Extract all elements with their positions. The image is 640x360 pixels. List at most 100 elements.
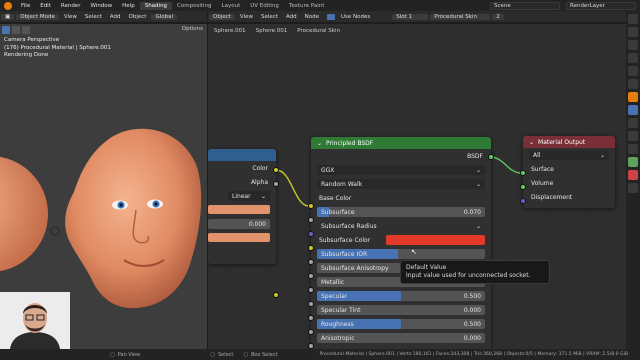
data-tab-icon[interactable] [628,157,638,167]
tab-texture-paint[interactable]: Texture Paint [284,2,330,10]
menu-view[interactable]: View [60,14,81,20]
principled-bsdf-node[interactable]: ⌄ Principled BSDF BSDF GGX ⌄ Random Walk ⌄ … [311,137,491,349]
color-ramp-node[interactable]: Color Alpha Linear ⌄ 0.000 [208,149,279,298]
physics-tab-icon[interactable] [628,131,638,141]
object-tab-icon[interactable] [628,92,638,102]
material-selector[interactable]: Procedural Skin [430,13,491,20]
node-header[interactable]: ⌄ Principled BSDF [311,137,491,149]
node-header[interactable] [208,149,276,161]
use-nodes-checkbox[interactable]: Use Nodes [323,13,378,20]
specular-socket[interactable] [308,301,314,307]
node-editor[interactable]: Sphere.001 Sphere.001 Procedural Skin Co… [208,24,626,349]
collapse-icon[interactable]: ⌄ [529,139,534,146]
scene-selector[interactable]: Scene [490,1,560,10]
interpolation-dropdown[interactable]: Linear ⌄ [228,191,270,201]
chevron-down-icon: ⌄ [475,180,481,188]
object-mode-dropdown[interactable]: Object Mode [16,13,59,20]
specular-tint-field[interactable]: Specular Tint 0.000 [311,303,491,317]
render-layer-selector[interactable]: RenderLayer [566,1,636,10]
color-output-socket[interactable] [273,292,279,298]
world-tab-icon[interactable] [628,79,638,89]
target-dropdown[interactable]: All ⌄ [529,150,609,160]
blender-logo-icon[interactable] [4,1,12,10]
subsurface-method-dropdown[interactable]: Random Walk ⌄ [317,179,485,189]
subsurface-socket[interactable] [308,217,314,223]
surface-socket[interactable] [520,170,526,176]
output-tab-icon[interactable] [628,40,638,50]
view-layer-tab-icon[interactable] [628,53,638,63]
position-field[interactable]: 0.000 [208,217,276,231]
specular-field[interactable]: Specular 0.500 [311,289,491,303]
chevron-down-icon: ⌄ [260,192,266,200]
menu-edit[interactable]: Edit [35,3,56,9]
subsurface-color-socket[interactable] [308,245,314,251]
menu-select[interactable]: Select [257,14,282,20]
breadcrumb-item[interactable]: Sphere.001 [256,28,288,34]
interpolation-row: Linear ⌄ [208,189,276,203]
menu-object[interactable]: Object [125,14,151,20]
breadcrumb-item[interactable]: Procedural Skin [297,28,340,34]
subsurface-radius-socket[interactable] [308,231,314,237]
menu-add[interactable]: Add [282,14,301,20]
roughness-field[interactable]: Roughness 0.500 [311,317,491,331]
material-tab-icon[interactable] [628,170,638,180]
3d-viewport[interactable]: Options Camera Perspective (176) Procedu… [0,24,207,349]
subsurface-ior-socket[interactable] [308,259,314,265]
status-hint-pan: Pan View [117,351,141,358]
texture-tab-icon[interactable] [628,183,638,193]
mouse-icon: ▢ [243,351,249,358]
menu-window[interactable]: Window [85,3,117,9]
chevron-down-icon: ⌄ [599,151,605,159]
menu-select[interactable]: Select [81,14,106,20]
subsurface-color-swatch[interactable] [386,235,485,245]
sphere-object [0,156,48,272]
metallic-socket[interactable] [308,287,314,293]
material-output-node[interactable]: ⌄ Material Output All ⌄ Surface Volume Dis… [523,136,615,208]
breadcrumb-item[interactable]: Sphere.001 [214,28,246,34]
color-output-socket[interactable] [273,167,279,173]
tab-uv-editing[interactable]: UV Editing [245,2,284,10]
color-ramp-bar[interactable] [208,203,276,217]
head-object [65,128,202,309]
anisotropic-field[interactable]: Anisotropic 0.000 [311,331,491,345]
bsdf-output-socket[interactable] [488,154,494,160]
menu-help[interactable]: Help [117,3,140,9]
subsurface-field[interactable]: Subsurface 0.070 [311,205,491,219]
node-header[interactable]: ⌄ Material Output [523,136,615,148]
displacement-input: Displacement [531,193,573,201]
menu-add[interactable]: Add [106,14,125,20]
menu-render[interactable]: Render [56,3,86,9]
stop-color-swatch[interactable] [208,231,276,245]
status-bar: ▢ Pan View ▢ Select ▢ Box Select Procedu… [0,349,640,360]
material-users-count[interactable]: 2 [492,13,504,20]
slot-dropdown[interactable]: Slot 1 [392,13,429,20]
render-tab-icon[interactable] [628,27,638,37]
roughness-socket[interactable] [308,329,314,335]
subsurface-radius-row: Subsurface Radius ⌄ [311,219,491,233]
modifier-tab-icon[interactable] [628,105,638,115]
collapse-icon[interactable]: ⌄ [317,140,322,147]
menu-view[interactable]: View [236,14,257,20]
menu-node[interactable]: Node [301,14,323,20]
displacement-socket[interactable] [520,198,526,204]
transform-orientation-dropdown[interactable]: Global [151,13,178,20]
constraints-tab-icon[interactable] [628,144,638,154]
scene-tab-icon[interactable] [628,66,638,76]
subsurface-ior-field[interactable]: Subsurface IOR [311,247,491,261]
particles-tab-icon[interactable] [628,118,638,128]
alpha-output-socket[interactable] [273,181,279,187]
tab-layout[interactable]: Layout [217,2,246,10]
distribution-dropdown[interactable]: GGX ⌄ [317,165,485,175]
distribution-row: GGX ⌄ [311,163,491,177]
object-type-dropdown[interactable]: Object [209,13,235,20]
tool-tab-icon[interactable] [628,14,638,24]
base-color-socket[interactable] [308,203,314,209]
tab-compositing[interactable]: Compositing [172,2,216,10]
volume-socket[interactable] [520,184,526,190]
specular-tint-socket[interactable] [308,315,314,321]
editor-type-button[interactable]: ▣ [1,13,15,20]
subsurface-radius-dropdown[interactable]: Subsurface Radius ⌄ [317,221,485,231]
tab-shading[interactable]: Shading [139,1,173,10]
menu-file[interactable]: File [16,3,35,9]
subsurface-anisotropy-socket[interactable] [308,273,314,279]
